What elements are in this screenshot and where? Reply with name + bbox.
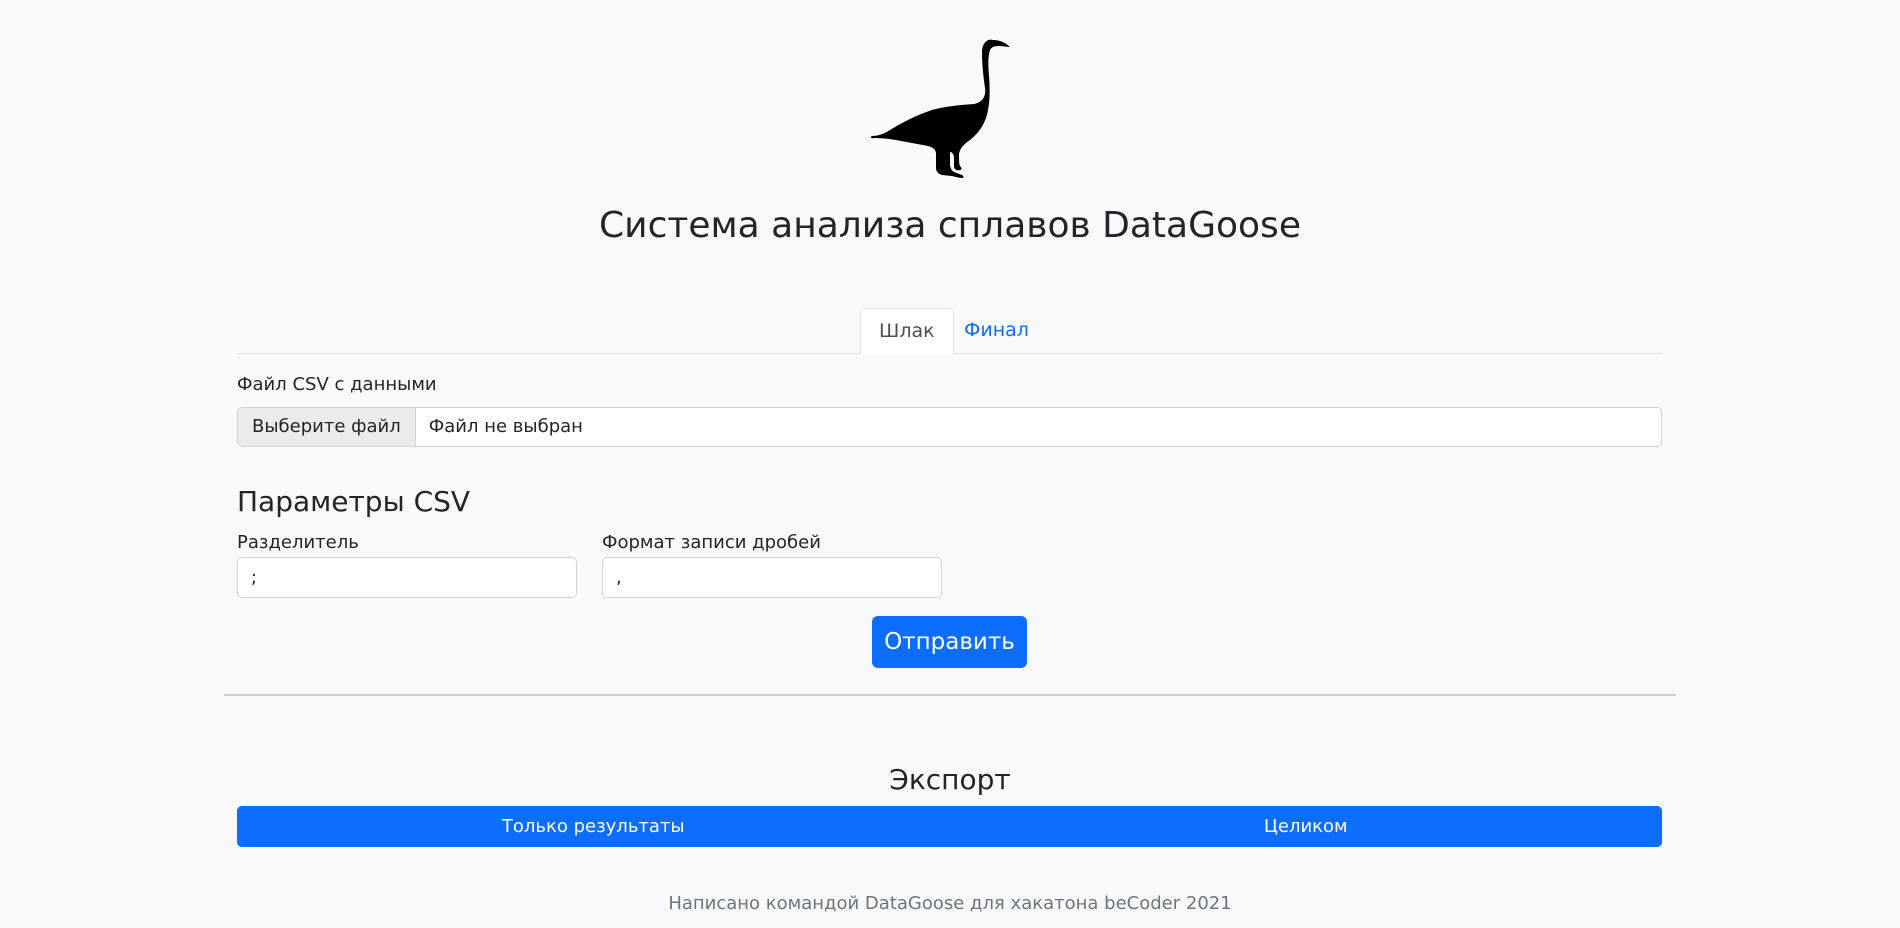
divider — [224, 694, 1676, 696]
submit-button[interactable]: Отправить — [872, 616, 1027, 668]
choose-file-button[interactable]: Выберите файл — [238, 408, 416, 446]
file-input[interactable]: Выберите файл Файл не выбран — [237, 407, 1662, 447]
separator-label: Разделитель — [237, 532, 359, 553]
decimal-format-label: Формат записи дробей — [602, 532, 821, 553]
export-title: Экспорт — [889, 763, 1011, 796]
export-results-only-button[interactable]: Только результаты — [237, 806, 950, 847]
csv-params-title: Параметры CSV — [237, 485, 471, 518]
file-label: Файл CSV с данными — [237, 374, 437, 395]
footer-text: Написано командой DataGoose для хакатона… — [668, 893, 1232, 914]
tab-slag[interactable]: Шлак — [860, 308, 954, 354]
tab-final[interactable]: Финал — [946, 308, 1047, 353]
goose-icon — [870, 39, 1010, 179]
page: Система анализа сплавов DataGoose Шлак Ф… — [0, 0, 1900, 928]
tab-bar: Шлак Финал — [237, 308, 1662, 354]
decimal-format-input[interactable] — [602, 557, 942, 598]
export-full-button[interactable]: Целиком — [949, 806, 1662, 847]
separator-input[interactable] — [237, 557, 577, 598]
file-status: Файл не выбран — [428, 416, 583, 437]
page-title: Система анализа сплавов DataGoose — [599, 205, 1301, 246]
export-button-group: Только результаты Целиком — [237, 806, 1662, 847]
